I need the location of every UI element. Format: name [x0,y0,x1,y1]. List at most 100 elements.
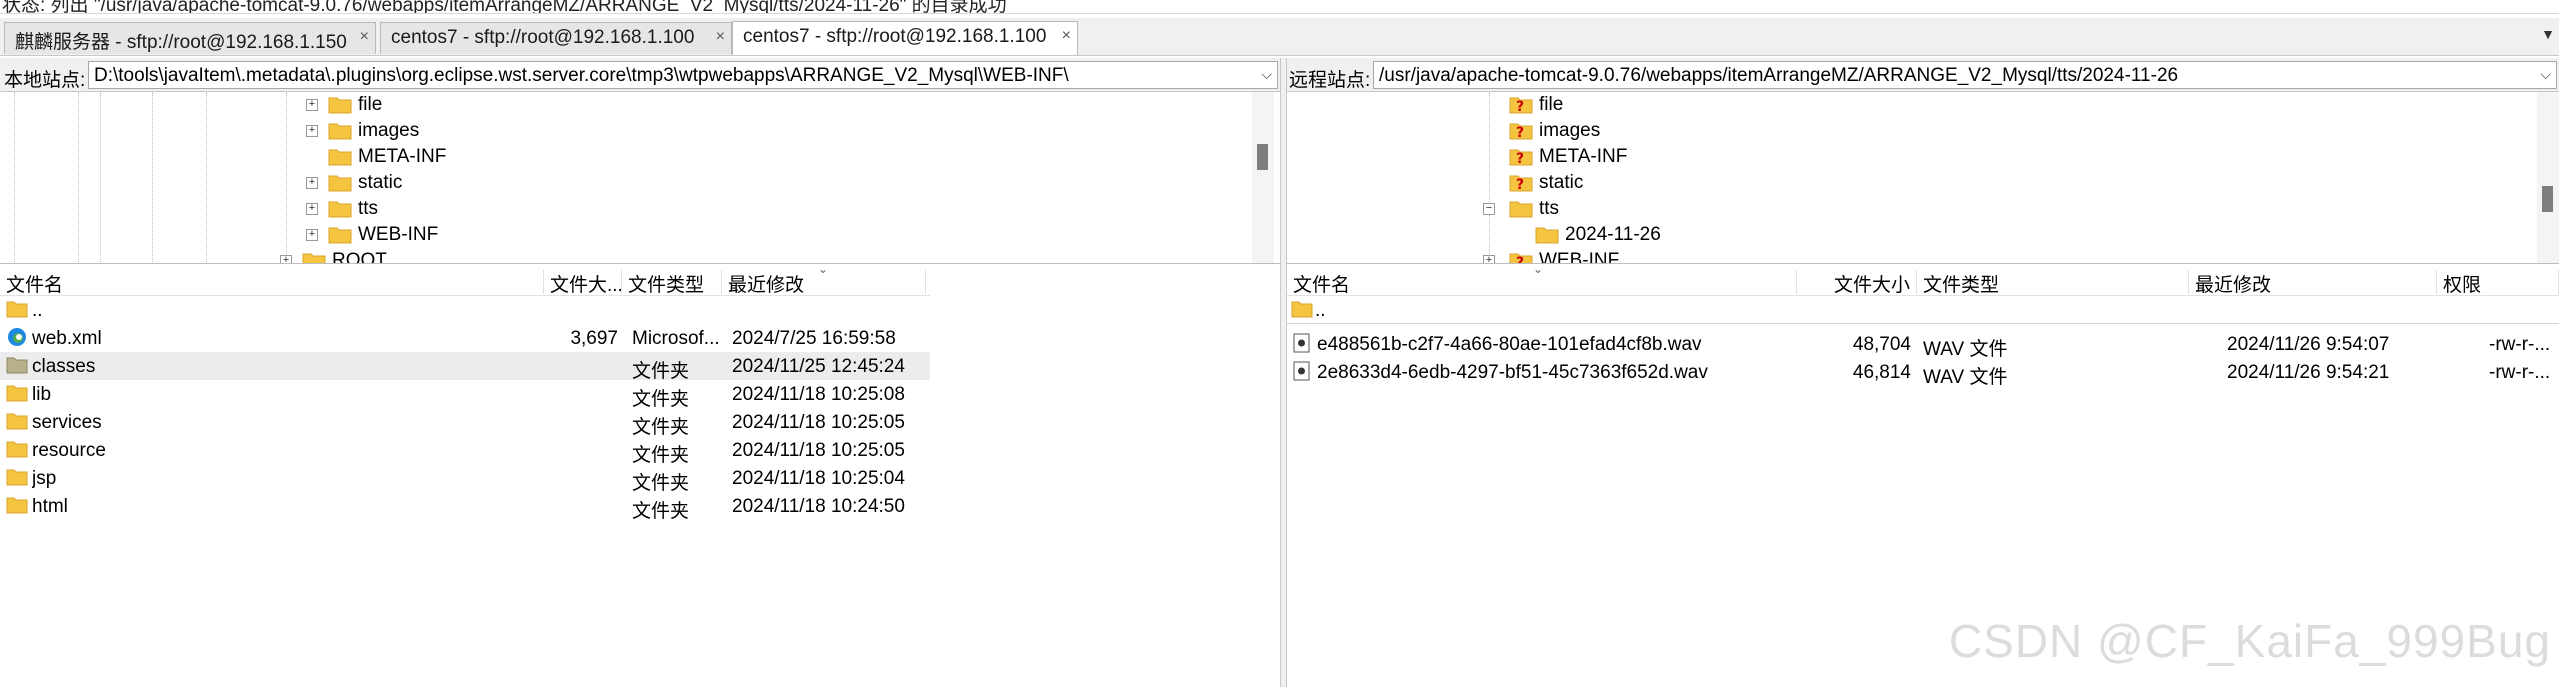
tab-centos7-1[interactable]: centos7 - sftp://root@192.168.1.100 × [380,22,732,54]
remote-list-header: 文件名 文件大小 文件类型 最近修改 权限 ⌄ [1287,266,2559,296]
tab-label: 麒麟服务器 - sftp://root@192.168.1.150 [15,32,347,53]
list-item[interactable]: services 文件夹 2024/11/18 10:25:05 [0,408,1280,438]
watermark: CSDN @CF_KaiFa_999Bug [1948,615,2551,667]
tab-label: centos7 - sftp://root@192.168.1.100 [743,26,1047,47]
folder-unknown-icon: ? [1509,97,1533,114]
svg-text:?: ? [1516,177,1524,192]
list-item[interactable]: .. [0,296,1280,324]
folder-icon [1535,227,1559,244]
folder-icon [6,497,28,514]
expand-icon[interactable]: + [280,255,292,263]
remote-site-label: 远程站点: [1289,70,1371,91]
list-item[interactable]: jsp 文件夹 2024/11/18 10:25:04 [0,464,1280,494]
folder-icon [6,413,28,430]
tree-item-tts[interactable]: − tts [1483,196,1783,222]
folder-icon [1509,201,1533,218]
list-item[interactable]: resource 文件夹 2024/11/18 10:25:05 [0,436,1280,466]
audio-file-icon [1293,333,1310,353]
remote-tree-scrollbar[interactable] [2537,92,2559,263]
svg-text:?: ? [1516,99,1524,114]
pane-splitter[interactable] [1280,58,1287,687]
tree-item-static[interactable]: + static [306,170,606,196]
tree-item-web-inf[interactable]: + WEB-INF [306,222,606,248]
list-item[interactable]: 2e8633d4-6edb-4297-bf51-45c7363f652d.wav… [1287,358,2559,388]
folder-icon [328,201,352,218]
col-header-filesize[interactable]: 文件大... [544,270,622,294]
tree-item-static[interactable]: ? static [1507,170,1807,196]
local-site-bar: 本地站点: D:\tools\javaItem\.metadata\.plugi… [0,58,1280,92]
local-directory-tree[interactable]: + file + images META-INF + static + tts … [0,92,1280,264]
list-item[interactable]: web.xml 3,697 Microsof... 2024/7/25 16:5… [0,324,1280,352]
folder-icon [6,385,28,402]
local-tree-scrollbar[interactable] [1252,92,1274,263]
tree-item-file[interactable]: + file [306,92,606,118]
local-path-combobox[interactable]: D:\tools\javaItem\.metadata\.plugins\org… [88,61,1278,89]
close-icon[interactable]: × [716,28,725,46]
tree-item-web-inf[interactable]: + ? WEB-INF [1483,248,1783,264]
scrollbar-thumb[interactable] [1257,144,1268,170]
tab-label: centos7 - sftp://root@192.168.1.100 [391,27,695,48]
close-icon[interactable]: × [360,28,369,46]
expand-icon[interactable]: + [306,177,318,189]
collapse-icon[interactable]: − [1483,203,1495,215]
tree-item-file[interactable]: ? file [1507,92,1807,118]
expand-icon[interactable]: + [306,99,318,111]
svg-text:?: ? [1516,125,1524,140]
tab-kylin-server[interactable]: 麒麟服务器 - sftp://root@192.168.1.150 × [4,22,376,54]
close-icon[interactable]: × [1062,27,1071,45]
folder-unknown-icon: ? [1509,175,1533,192]
sort-arrow-icon: ⌄ [818,266,829,276]
scrollbar-thumb[interactable] [2542,186,2553,212]
tree-item-root[interactable]: + ROOT [280,248,580,263]
chevron-down-icon[interactable]: ⌵ [1261,66,1272,83]
col-header-filetype[interactable]: 文件类型 [622,270,722,294]
chevron-down-icon[interactable]: ⌵ [2540,66,2551,83]
local-site-label: 本地站点: [4,70,86,91]
folder-unknown-icon: ? [1509,123,1533,140]
list-item[interactable]: classes 文件夹 2024/11/25 12:45:24 [0,352,930,382]
col-header-modified[interactable]: 最近修改 [2189,270,2437,294]
edge-icon [8,328,26,346]
col-header-permissions[interactable]: 权限 [2437,270,2559,294]
folder-icon [6,469,28,486]
list-item[interactable]: html 文件夹 2024/11/18 10:24:50 [0,492,1280,522]
tree-item-images[interactable]: ? images [1507,118,1807,144]
remote-path-combobox[interactable]: /usr/java/apache-tomcat-9.0.76/webapps/i… [1373,61,2557,89]
folder-icon [328,97,352,114]
list-item[interactable]: .. [1287,296,2559,324]
tree-item-2024-11-26[interactable]: 2024-11-26 [1531,222,1831,248]
folder-icon [328,149,352,166]
chevron-down-icon[interactable]: ▼ [2541,26,2555,42]
local-list-header: 文件名 文件大... 文件类型 最近修改 ⌄ [0,266,930,296]
tree-item-tts[interactable]: + tts [306,196,606,222]
svg-text:?: ? [1516,255,1524,264]
col-header-filename[interactable]: 文件名 [0,270,544,294]
folder-icon [328,175,352,192]
remote-site-bar: 远程站点: /usr/java/apache-tomcat-9.0.76/web… [1287,58,2559,92]
folder-icon [328,227,352,244]
remote-path-value: /usr/java/apache-tomcat-9.0.76/webapps/i… [1379,65,2179,86]
tree-item-meta-inf[interactable]: ? META-INF [1507,144,1807,170]
list-item[interactable]: e488561b-c2f7-4a66-80ae-101efad4cf8b.wav… [1287,330,2559,360]
svg-text:?: ? [1516,151,1524,166]
local-path-value: D:\tools\javaItem\.metadata\.plugins\org… [94,65,1069,86]
list-item[interactable]: lib 文件夹 2024/11/18 10:25:08 [0,380,1280,410]
col-header-filesize[interactable]: 文件大小 [1797,270,1917,294]
expand-icon[interactable]: + [306,203,318,215]
expand-icon[interactable]: + [1483,255,1495,263]
tree-item-images[interactable]: + images [306,118,606,144]
folder-unknown-icon: ? [1509,149,1533,166]
status-bar: 状态: 列出 "/usr/java/apache-tomcat-9.0.76/w… [0,0,2559,14]
col-header-filetype[interactable]: 文件类型 [1917,270,2189,294]
tab-centos7-2[interactable]: centos7 - sftp://root@192.168.1.100 × [732,21,1078,55]
expand-icon[interactable]: + [306,125,318,137]
folder-icon [6,441,28,458]
remote-directory-tree[interactable]: ? file ? images ? META-INF ? static − tt… [1287,92,2559,264]
sort-arrow-icon: ⌄ [1533,266,1544,276]
folder-up-icon [1291,301,1313,318]
expand-icon[interactable]: + [306,229,318,241]
folder-icon [328,123,352,140]
tree-item-meta-inf[interactable]: META-INF [306,144,606,170]
audio-file-icon [1293,361,1310,381]
local-file-list[interactable]: 文件名 文件大... 文件类型 最近修改 ⌄ .. web.xml 3,697 … [0,266,1280,687]
